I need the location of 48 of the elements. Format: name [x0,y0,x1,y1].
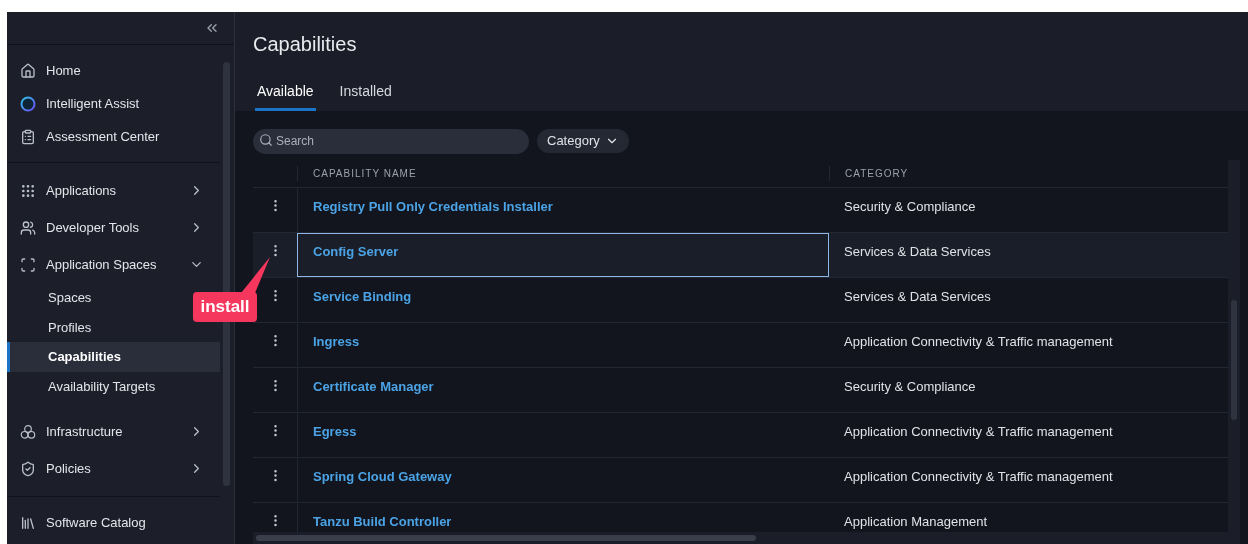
capability-link[interactable]: Service Binding [313,289,412,304]
nav-subitem[interactable]: Capabilities [7,342,220,372]
nav-item[interactable]: Policies [7,450,220,487]
nav-item[interactable]: Developer Tools [7,209,220,246]
table-cell: Application Management [844,514,988,529]
nav-item[interactable]: Assessment Center [7,120,220,153]
table-row[interactable]: Config Server Services & Data Services [253,233,1228,278]
home-icon [20,62,36,79]
category-filter[interactable]: Category [537,128,629,153]
dots-grid-icon [20,182,36,199]
books-icon [20,514,36,531]
table-cell: Application Connectivity & Traffic management [844,424,1113,439]
clipboard-icon [20,128,36,145]
capability-link[interactable]: Spring Cloud Gateway [313,469,452,484]
column-header: CAPABILITY NAME [297,166,829,181]
table-row[interactable]: Certificate Manager Security & Compliance [253,368,1228,413]
page-title: Capabilities [253,32,358,57]
table-cell: Services & Data Services [844,289,991,304]
tab[interactable]: Installed [337,81,394,111]
capability-link[interactable]: Certificate Manager [313,379,434,394]
nav-item[interactable]: Infrastructure [7,413,220,450]
capability-link[interactable]: Ingress [313,334,360,349]
circles-icon [20,423,36,440]
search-field[interactable]: Search [253,128,529,154]
capability-link[interactable]: Config Server [313,244,399,259]
table-cell: Security & Compliance [844,199,976,214]
capability-link[interactable]: Egress [313,424,357,439]
table-cell: Application Connectivity & Traffic management [844,469,1113,484]
nav-subitem[interactable]: Availability Targets [7,371,220,401]
table-cell: Security & Compliance [844,379,976,394]
ring-icon [20,95,36,112]
table-cell: Services & Data Services [844,244,991,259]
table-cell: Application Connectivity & Traffic management [844,334,1113,349]
table-row[interactable]: Ingress Application Connectivity & Traffic management [253,323,1228,368]
scan-icon [20,256,36,273]
nav-item[interactable]: Home [7,54,220,87]
install-tooltip: install [193,255,271,323]
table-row[interactable]: Spring Cloud Gateway Application Connectivity & Traffic management [253,458,1228,503]
scrollbar-thumb[interactable] [256,535,756,541]
nav-item[interactable]: Intelligent Assist [7,87,220,120]
capability-link[interactable]: Registry Pull Only Credentials Installer [313,199,553,214]
table-row[interactable]: Egress Application Connectivity & Traffic management [253,413,1228,458]
nav-item[interactable]: Applications [7,172,220,209]
capability-link[interactable]: Tanzu Build Controller [313,514,452,529]
search-icon [259,133,273,147]
shield-icon [20,460,36,477]
nav-item[interactable]: Software Catalog [7,506,220,539]
people-icon [20,219,36,236]
